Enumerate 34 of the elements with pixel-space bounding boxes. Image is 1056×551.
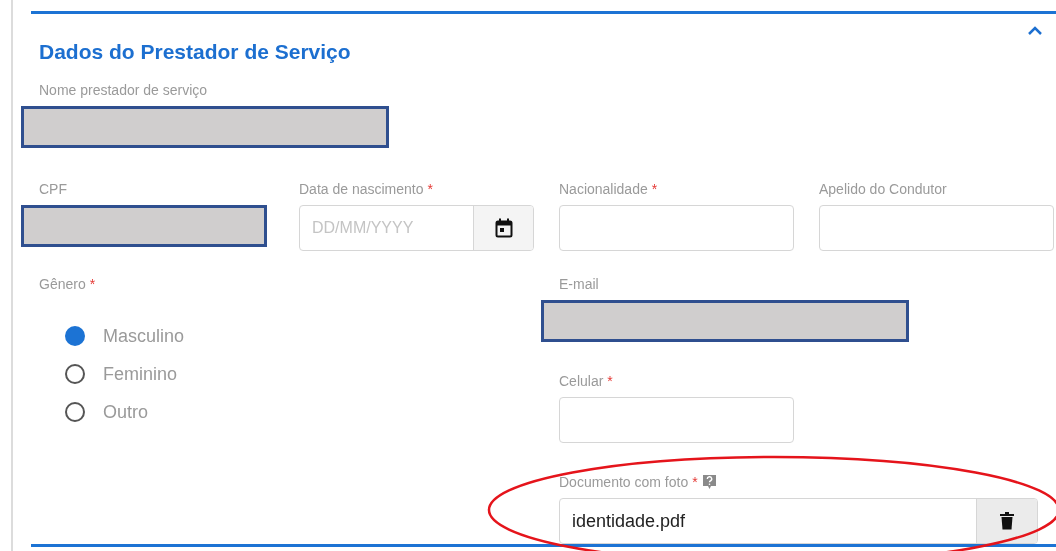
required-mark: * xyxy=(692,472,698,492)
section-title: Dados do Prestador de Serviço xyxy=(39,38,351,65)
field-label: Celular xyxy=(559,371,604,391)
chevron-icon xyxy=(1028,25,1042,35)
trash-icon xyxy=(1000,512,1014,531)
delete-button[interactable] xyxy=(976,499,1037,544)
radio-option[interactable]: Feminino xyxy=(65,361,178,388)
required-mark: * xyxy=(427,179,433,199)
calendar-button[interactable] xyxy=(473,206,533,251)
text-field[interactable] xyxy=(559,397,794,444)
field-label: Nacionalidade xyxy=(559,179,648,199)
date-placeholder: DD/MM/YYYY xyxy=(312,218,414,239)
field-label: Data de nascimento xyxy=(299,179,424,199)
field-label: Documento com foto xyxy=(559,472,689,492)
radio-button[interactable] xyxy=(65,402,85,423)
calendar-icon xyxy=(494,218,513,239)
field-label: Gênero xyxy=(39,274,86,294)
field-label: Nome prestador de serviço xyxy=(39,80,208,100)
text-field[interactable] xyxy=(819,205,1054,252)
collapse-button[interactable] xyxy=(1028,25,1042,35)
required-mark: * xyxy=(89,274,96,294)
date-field[interactable]: DD/MM/YYYY xyxy=(299,205,534,252)
field-label: CPF xyxy=(39,179,67,199)
required-mark: * xyxy=(651,179,658,199)
file-field[interactable]: identidade.pdf xyxy=(559,498,1038,545)
field-label: Apelido do Condutor xyxy=(819,179,947,199)
radio-button[interactable] xyxy=(65,326,85,347)
radio-option[interactable]: Outro xyxy=(65,399,149,426)
field-label: E-mail xyxy=(559,274,599,294)
radio-option[interactable]: Masculino xyxy=(65,323,185,350)
required-mark: * xyxy=(607,371,613,391)
text-field[interactable] xyxy=(559,205,794,252)
file-name: identidade.pdf xyxy=(572,509,686,533)
radio-button[interactable] xyxy=(65,364,85,385)
